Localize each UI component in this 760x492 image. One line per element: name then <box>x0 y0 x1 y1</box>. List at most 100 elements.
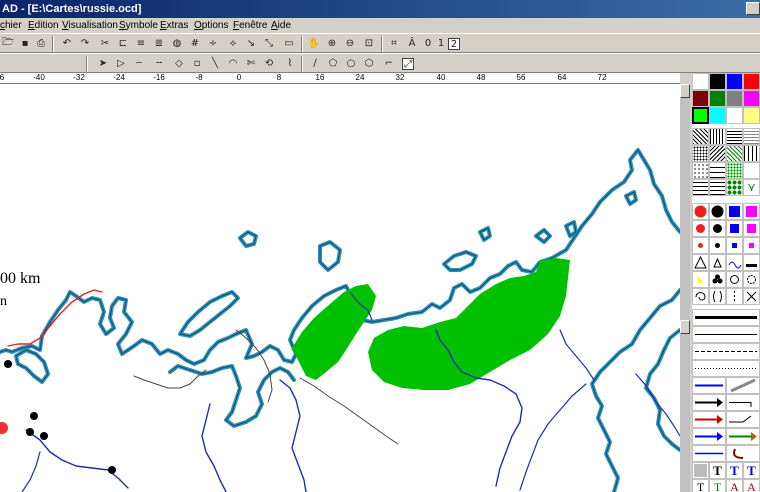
layer-0-button[interactable]: 0 <box>421 37 435 50</box>
text-symbol-blue-2[interactable]: T <box>743 462 760 479</box>
color-swatch-magenta[interactable] <box>743 90 760 107</box>
map-canvas[interactable]: 00 km n <box>0 84 680 492</box>
layer-1-button[interactable]: 1 <box>434 37 448 50</box>
symbol-triangle-icon[interactable] <box>692 254 709 271</box>
text-symbol-small[interactable]: T <box>692 479 709 492</box>
color-swatch-white-2[interactable] <box>726 107 743 124</box>
pattern-green-swatch[interactable] <box>726 145 743 162</box>
scroll-up-arrow[interactable] <box>680 84 690 98</box>
symbol-bar-icon[interactable] <box>743 254 760 271</box>
redo-icon[interactable]: ↷ <box>78 37 92 50</box>
straight-line-tool-icon[interactable]: ⤢ <box>402 58 414 70</box>
line-symbol-blue[interactable] <box>692 377 726 394</box>
text-symbol-red[interactable]: A <box>743 479 760 492</box>
pattern-horizontal-swatch[interactable] <box>726 128 743 145</box>
line-symbol-thick[interactable] <box>692 309 760 326</box>
join-icon[interactable]: ↘ <box>244 37 258 50</box>
save-icon[interactable]: ▪ <box>18 37 32 50</box>
scissors-tool-icon[interactable]: ✄ <box>244 57 258 70</box>
grid-icon[interactable]: ⌗ <box>387 37 401 50</box>
menu-aide[interactable]: Aide <box>271 18 291 33</box>
symbol-gear-icon[interactable] <box>743 271 760 288</box>
line-symbol-green-arrow[interactable] <box>726 428 760 445</box>
line-symbol-dotted[interactable] <box>692 360 760 377</box>
text-tool-icon[interactable]: Â <box>405 37 419 50</box>
symbol-blue-square-medium[interactable] <box>726 220 743 237</box>
symbol-bracket-icon[interactable] <box>709 288 726 305</box>
pattern-antidiagonal-swatch[interactable] <box>709 145 726 162</box>
line-symbol-red-arrow[interactable] <box>692 411 726 428</box>
fill-icon[interactable]: ◍ <box>170 37 184 50</box>
color-swatch-red[interactable] <box>743 73 760 90</box>
pattern-brick-swatch[interactable] <box>709 179 726 196</box>
menu-extras[interactable]: Extras <box>160 18 188 33</box>
map-drawing[interactable] <box>0 84 680 492</box>
dash-line-icon[interactable]: ┄ <box>132 57 146 70</box>
select-arrow-icon[interactable]: ➤ <box>96 57 110 70</box>
symbol-black-dot-medium[interactable] <box>709 220 726 237</box>
symbol-red-dot-medium[interactable] <box>692 220 709 237</box>
pattern-green-dots-swatch[interactable] <box>726 162 743 179</box>
symbol-magenta-square[interactable] <box>743 203 760 220</box>
hatch-icon[interactable]: # <box>188 37 202 50</box>
symbol-magenta-square-medium[interactable] <box>743 220 760 237</box>
pattern-lines-swatch[interactable] <box>709 162 726 179</box>
symbol-circle-open-icon[interactable] <box>726 271 743 288</box>
symbol-triangle-small-icon[interactable] <box>709 254 726 271</box>
color-swatch-maroon[interactable] <box>692 90 709 107</box>
pattern-tree-swatch[interactable] <box>726 179 743 196</box>
line-symbol-thin[interactable] <box>692 326 760 343</box>
line-tool-icon[interactable]: ╲ <box>208 57 222 70</box>
text-symbol-green[interactable]: T <box>709 479 726 492</box>
color-swatch-green[interactable] <box>709 90 726 107</box>
window-control-button[interactable] <box>746 2 760 15</box>
symbol-blue-square[interactable] <box>726 203 743 220</box>
shape-tool-icon[interactable]: ⬡ <box>362 57 376 70</box>
text-symbol-brown[interactable]: A <box>726 479 743 492</box>
symbol-red-dot-small[interactable] <box>692 237 709 254</box>
zoom-in-icon[interactable]: ⊕ <box>325 37 339 50</box>
align-icon[interactable]: ⊏ <box>116 37 130 50</box>
symbol-cross-icon[interactable] <box>743 288 760 305</box>
pattern-empty-swatch[interactable] <box>743 162 760 179</box>
line-symbol-branch[interactable] <box>726 411 760 428</box>
menu-fichier[interactable]: chier <box>0 18 22 33</box>
edit-point-icon[interactable]: ⟡ <box>226 37 240 50</box>
line-symbol-blue-arrow[interactable] <box>692 428 726 445</box>
cut-line-icon[interactable]: ⤡ <box>262 37 276 50</box>
menu-edition[interactable]: Edition <box>28 18 59 33</box>
color-swatch-lime[interactable] <box>692 107 709 124</box>
zoom-fit-icon[interactable]: ⊡ <box>362 37 376 50</box>
color-swatch-cyan[interactable] <box>709 107 726 124</box>
line-symbol-arrow[interactable] <box>692 394 726 411</box>
align-bottom-icon[interactable]: ≡ <box>134 37 148 50</box>
distribute-icon[interactable]: ≣ <box>152 37 166 50</box>
dash-point-icon[interactable]: ╌ <box>152 57 166 70</box>
pattern-marsh-swatch[interactable]: ⋎ <box>743 179 760 196</box>
layer-2-button[interactable]: 2 <box>448 38 460 50</box>
symbol-blue-square-small[interactable] <box>726 237 743 254</box>
line-symbol-blue-line[interactable] <box>692 445 726 462</box>
symbol-cluster-icon[interactable] <box>709 271 726 288</box>
text-symbol-blue[interactable]: T <box>726 462 743 479</box>
pattern-vertical-swatch[interactable] <box>709 128 726 145</box>
pattern-grid-swatch[interactable] <box>692 179 709 196</box>
menu-fenetre[interactable]: Fenêtre <box>233 18 267 33</box>
symbol-black-dot[interactable] <box>709 203 726 220</box>
pattern-diagonal-swatch[interactable] <box>692 128 709 145</box>
menu-visualisation[interactable]: Visualisation <box>62 18 118 33</box>
cut-icon[interactable]: ✂ <box>98 37 112 50</box>
select-point-icon[interactable]: ▷ <box>114 57 128 70</box>
line-symbol-gray-diagonal[interactable] <box>726 377 760 394</box>
text-symbol-black[interactable]: T <box>709 462 726 479</box>
color-swatch-black[interactable] <box>709 73 726 90</box>
text-symbol-gray[interactable] <box>692 462 709 479</box>
node-tool-icon[interactable]: ⌇ <box>283 57 297 70</box>
symbol-wave-icon[interactable] <box>726 254 743 271</box>
open-folder-icon[interactable]: 🗁 <box>1 37 15 50</box>
vertical-scrollbar[interactable] <box>680 84 690 492</box>
symbol-red-dot[interactable] <box>692 203 709 220</box>
symbol-magenta-square-small[interactable] <box>743 237 760 254</box>
color-swatch-gray[interactable] <box>726 90 743 107</box>
pattern-sparse-swatch[interactable] <box>743 145 760 162</box>
